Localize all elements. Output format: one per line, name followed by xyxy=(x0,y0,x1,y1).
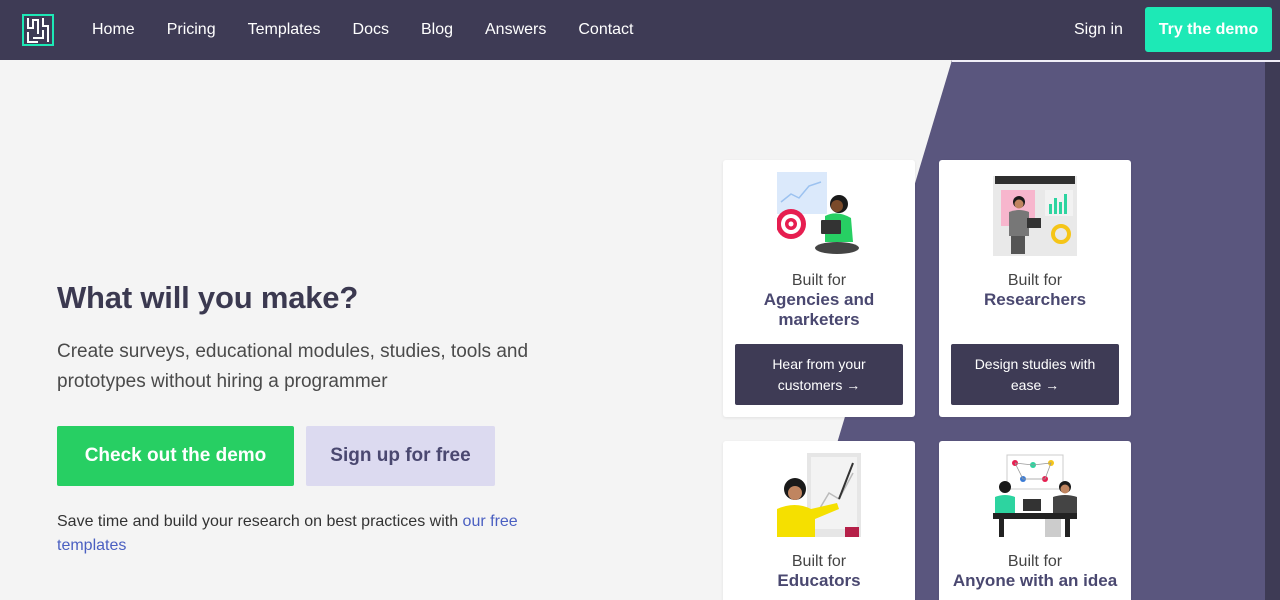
card-agencies: Built for Agencies and marketers Hear fr… xyxy=(723,160,915,417)
marketer-illustration-icon xyxy=(776,172,861,256)
nav-pricing[interactable]: Pricing xyxy=(151,21,232,39)
nav-templates[interactable]: Templates xyxy=(232,21,337,39)
templates-note-text: Save time and build your research on bes… xyxy=(57,513,463,530)
hero-title: What will you make? xyxy=(57,280,359,315)
design-studies-button[interactable]: Design studies with ease → xyxy=(951,344,1119,405)
nav-blog[interactable]: Blog xyxy=(405,21,469,39)
hear-from-customers-button[interactable]: Hear from your customers → xyxy=(735,344,903,405)
templates-note: Save time and build your research on bes… xyxy=(57,510,577,558)
logo-icon[interactable] xyxy=(22,14,54,46)
nav-docs[interactable]: Docs xyxy=(337,21,405,39)
sign-up-free-button[interactable]: Sign up for free xyxy=(306,426,495,486)
card-researchers: Built for Researchers Design studies wit… xyxy=(939,160,1131,417)
card-audience: Educators xyxy=(777,571,861,590)
sign-in-link[interactable]: Sign in xyxy=(1058,0,1139,60)
card-educators: Built for Educators xyxy=(723,441,915,600)
check-out-demo-button[interactable]: Check out the demo xyxy=(57,426,294,486)
team-illustration-icon xyxy=(993,453,1077,537)
nav-contact[interactable]: Contact xyxy=(562,21,649,39)
card-audience: Anyone with an idea xyxy=(952,571,1118,590)
educator-illustration-icon xyxy=(777,453,861,537)
nav-answers[interactable]: Answers xyxy=(469,21,562,39)
card-built-for: Built for xyxy=(791,553,847,570)
card-audience: Researchers xyxy=(983,290,1087,309)
card-anyone: Built for Anyone with an idea xyxy=(939,441,1131,600)
nav-home[interactable]: Home xyxy=(76,21,151,39)
card-built-for: Built for xyxy=(1007,272,1063,289)
try-demo-button[interactable]: Try the demo xyxy=(1145,7,1272,52)
card-audience: Agencies and marketers xyxy=(763,290,875,329)
top-navigation: Home Pricing Templates Docs Blog Answers… xyxy=(0,0,1280,60)
nav-underline xyxy=(952,60,1280,62)
card-built-for: Built for xyxy=(1007,553,1063,570)
nav-links: Home Pricing Templates Docs Blog Answers… xyxy=(76,0,650,60)
hero-subtitle: Create surveys, educational modules, stu… xyxy=(57,341,529,392)
researcher-illustration-icon xyxy=(993,172,1077,256)
right-edge-strip xyxy=(1265,60,1280,600)
card-built-for: Built for xyxy=(791,272,847,289)
